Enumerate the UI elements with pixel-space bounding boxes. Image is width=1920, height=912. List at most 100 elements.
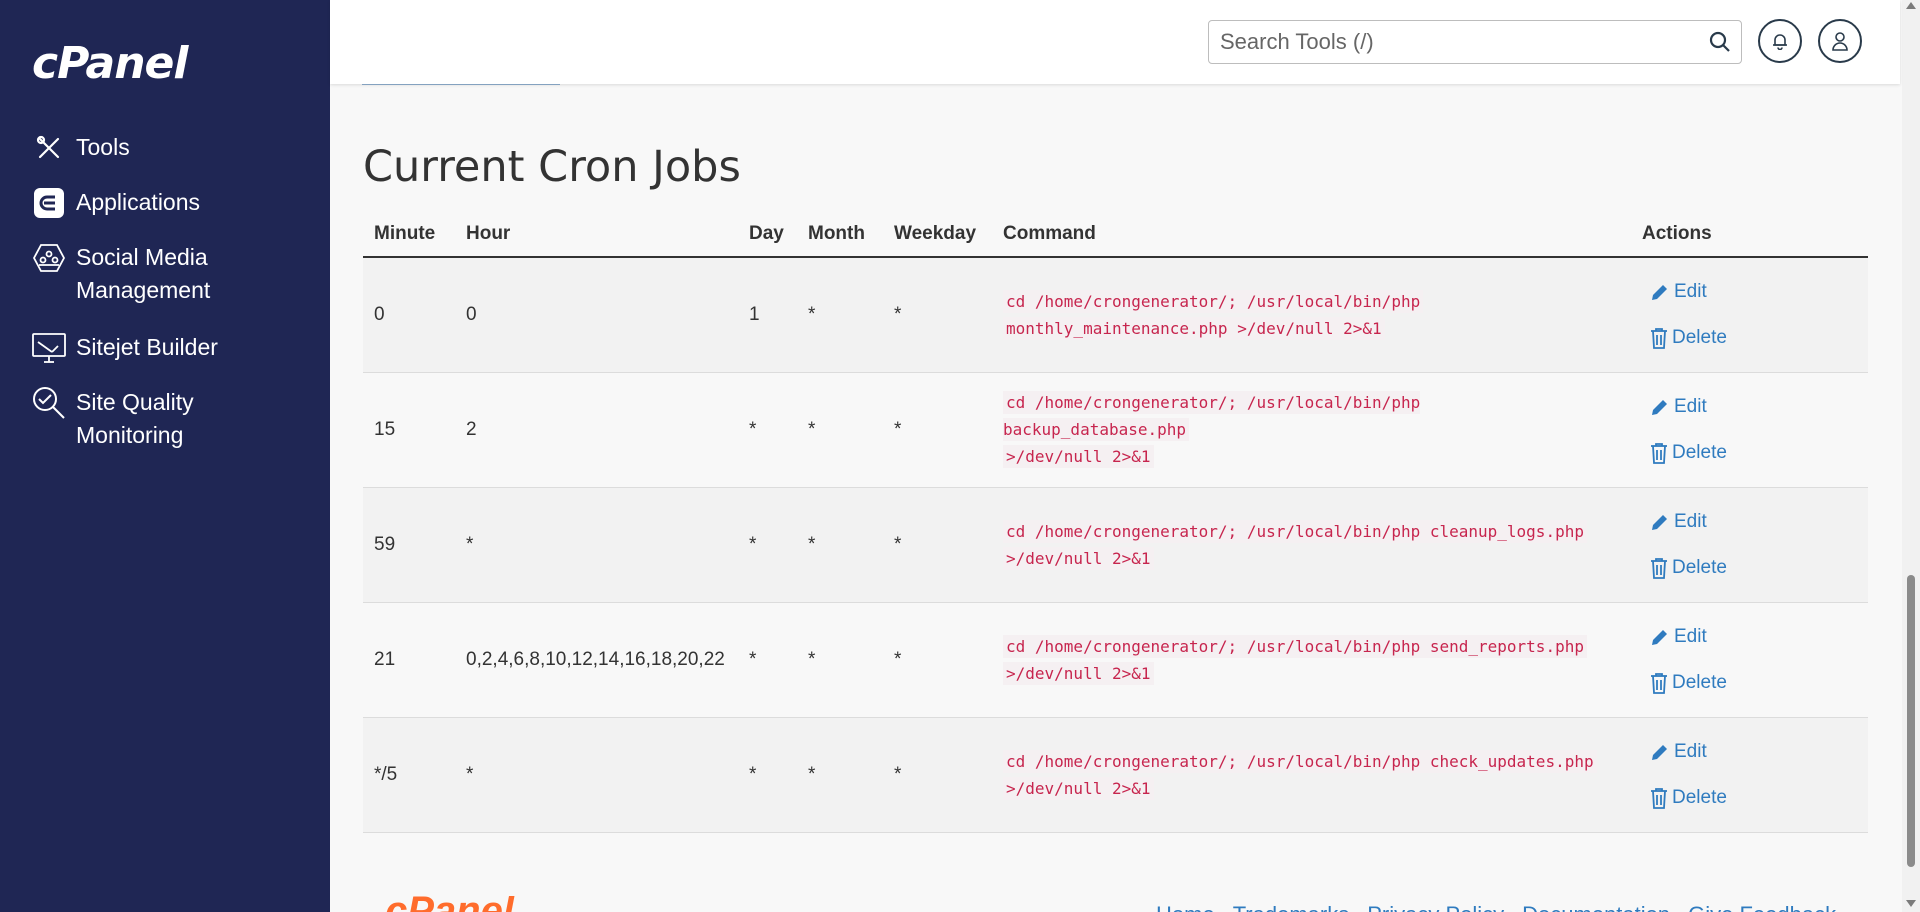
delete-label: Delete [1672, 556, 1727, 578]
sitejet-icon [32, 331, 66, 365]
sidebar-item-tools[interactable]: Tools [32, 131, 276, 165]
table-row: */5 * * * * cd /home/crongenerator/; /us… [363, 717, 1868, 833]
edit-button[interactable]: Edit [1650, 510, 1868, 534]
sidebar-item-applications[interactable]: Applications [32, 186, 276, 220]
command-line-1: cd /home/crongenerator/; /usr/local/bin/… [1003, 391, 1421, 441]
pencil-icon [1652, 284, 1667, 300]
footer-link-home[interactable]: Home [1156, 900, 1215, 912]
pencil-icon [1652, 514, 1667, 530]
footer-links: Home Trademarks Privacy Policy Documenta… [1156, 900, 1836, 912]
column-header-weekday: Weekday [883, 212, 992, 258]
delete-button[interactable]: Delete [1650, 786, 1868, 810]
delete-button[interactable]: Delete [1650, 441, 1868, 465]
trash-icon [1651, 442, 1667, 464]
delete-label: Delete [1672, 786, 1727, 808]
sidebar-item-label: Site Quality Monitoring [76, 389, 194, 448]
footer-logo[interactable]: cPanel [385, 896, 525, 912]
cell-minute: */5 [363, 717, 455, 833]
command-line-2: >/dev/null 2>&1 [1003, 445, 1154, 468]
search-box[interactable] [1208, 20, 1742, 64]
cell-day: * [738, 372, 797, 488]
cell-day: 1 [738, 257, 797, 373]
command-line-1: cd /home/crongenerator/; /usr/local/bin/… [1003, 749, 1597, 773]
column-header-day: Day [738, 212, 797, 258]
footer-link-documentation[interactable]: Documentation [1522, 900, 1670, 912]
cell-month: * [797, 717, 883, 833]
search-icon[interactable] [1709, 31, 1731, 58]
sidebar-item-label: Applications [76, 189, 201, 215]
footer-link-trademarks[interactable]: Trademarks [1233, 900, 1350, 912]
search-input[interactable] [1209, 29, 1689, 55]
cell-day: * [738, 717, 797, 833]
footer-link-privacy[interactable]: Privacy Policy [1367, 900, 1504, 912]
edit-label: Edit [1674, 510, 1707, 532]
pencil-icon [1652, 399, 1667, 415]
bell-icon [1773, 34, 1787, 50]
sidebar-item-social-media[interactable]: Social Media Management [32, 241, 276, 307]
edit-button[interactable]: Edit [1650, 280, 1868, 304]
tools-icon [32, 131, 66, 165]
footer-link-feedback[interactable]: Give Feedback [1688, 900, 1836, 912]
cell-actions: Edit Delete [1631, 372, 1868, 488]
edit-button[interactable]: Edit [1650, 740, 1868, 764]
user-icon [1832, 32, 1848, 51]
column-header-command: Command [992, 212, 1631, 258]
page-scrollbar[interactable] [1902, 0, 1920, 912]
cell-minute: 59 [363, 487, 455, 603]
cpanel-logo[interactable]: cPanel [32, 38, 188, 89]
delete-button[interactable]: Delete [1650, 671, 1868, 695]
edit-label: Edit [1674, 625, 1707, 647]
delete-button[interactable]: Delete [1650, 326, 1868, 350]
edit-button[interactable]: Edit [1650, 395, 1868, 419]
sidebar-item-label: Tools [76, 134, 130, 160]
trash-icon [1651, 327, 1667, 349]
table-row: 59 * * * * cd /home/crongenerator/; /usr… [363, 487, 1868, 603]
cell-command: cd /home/crongenerator/; /usr/local/bin/… [992, 487, 1631, 603]
applications-icon [32, 186, 66, 220]
cell-actions: Edit Delete [1631, 487, 1868, 603]
delete-label: Delete [1672, 671, 1727, 693]
delete-button[interactable]: Delete [1650, 556, 1868, 580]
column-header-minute: Minute [363, 212, 455, 258]
column-header-actions: Actions [1631, 212, 1868, 258]
edit-label: Edit [1674, 740, 1707, 762]
cell-day: * [738, 602, 797, 718]
table-header-row: Minute Hour Day Month Weekday Command Ac… [363, 212, 1868, 258]
scroll-down-arrow-icon[interactable] [1906, 900, 1916, 907]
cell-command: cd /home/crongenerator/; /usr/local/bin/… [992, 257, 1631, 373]
notifications-button[interactable] [1758, 19, 1802, 63]
command-line-1: cd /home/crongenerator/; /usr/local/bin/… [1003, 634, 1587, 658]
column-header-hour: Hour [455, 212, 738, 258]
cell-hour: * [455, 487, 738, 603]
cell-weekday: * [883, 372, 992, 488]
cell-hour: 0 [455, 257, 738, 373]
cell-command: cd /home/crongenerator/; /usr/local/bin/… [992, 602, 1631, 718]
sidebar-item-site-quality[interactable]: Site Quality Monitoring [32, 386, 276, 452]
cell-hour: 0,2,4,6,8,10,12,14,16,18,20,22 [455, 602, 738, 718]
sidebar-item-label: Sitejet Builder [76, 334, 218, 360]
sidebar-item-sitejet[interactable]: Sitejet Builder [32, 331, 276, 365]
scroll-up-arrow-icon[interactable] [1906, 2, 1916, 9]
cell-actions: Edit Delete [1631, 257, 1868, 373]
cell-minute: 15 [363, 372, 455, 488]
sidebar: cPanel Tools Applications Social Media M… [0, 0, 330, 912]
edit-label: Edit [1674, 395, 1707, 417]
cell-weekday: * [883, 257, 992, 373]
top-header [330, 0, 1900, 84]
edit-button[interactable]: Edit [1650, 625, 1868, 649]
cell-actions: Edit Delete [1631, 717, 1868, 833]
scrollbar-thumb[interactable] [1907, 575, 1915, 867]
cell-minute: 0 [363, 257, 455, 373]
cell-month: * [797, 257, 883, 373]
cell-day: * [738, 487, 797, 603]
page-title: Current Cron Jobs [363, 142, 741, 192]
pencil-icon [1652, 629, 1667, 645]
edit-label: Edit [1674, 280, 1707, 302]
trash-icon [1651, 787, 1667, 809]
cell-weekday: * [883, 717, 992, 833]
table-row: 21 0,2,4,6,8,10,12,14,16,18,20,22 * * * … [363, 602, 1868, 718]
cell-actions: Edit Delete [1631, 602, 1868, 718]
user-menu-button[interactable] [1818, 19, 1862, 63]
command-line-2: >/dev/null 2>&1 [1003, 546, 1154, 570]
cell-command: cd /home/crongenerator/; /usr/local/bin/… [992, 372, 1631, 488]
